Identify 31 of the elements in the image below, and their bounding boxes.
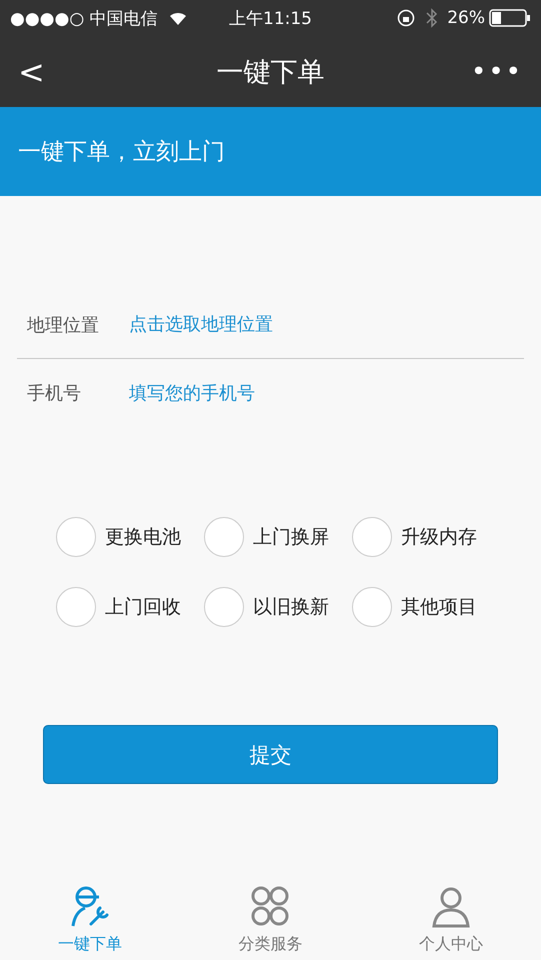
field-label: 地理位置 — [27, 314, 100, 336]
submit-button[interactable]: 提交 — [43, 725, 498, 784]
option-label: 更换电池 — [105, 525, 181, 550]
tab[interactable]: 一键下单 — [0, 878, 180, 960]
option-label: 上门换屏 — [253, 525, 329, 550]
input-field[interactable]: 填写您的手机号 — [127, 382, 524, 404]
bluetooth-icon — [425, 8, 440, 28]
tab[interactable]: 个人中心 — [360, 878, 541, 960]
radio-button[interactable] — [56, 517, 96, 557]
radio-button[interactable] — [56, 587, 96, 627]
option-label: 以旧换新 — [253, 595, 329, 620]
more-button[interactable]: ••• — [470, 56, 523, 86]
battery-icon — [489, 9, 531, 27]
wifi-icon — [168, 10, 188, 26]
battery-percent: 26% — [447, 8, 485, 28]
radio-button[interactable] — [352, 517, 392, 557]
page-title: 一键下单 — [216, 56, 324, 90]
radio-button[interactable] — [204, 517, 244, 557]
back-button[interactable]: < — [18, 52, 45, 90]
option-label: 上门回收 — [105, 595, 181, 620]
banner-text: 一键下单，立刻上门 — [18, 138, 225, 167]
carrier: ●●●●○ 中国电信 — [10, 8, 158, 30]
radio-button[interactable] — [204, 587, 244, 627]
option-label: 其他项目 — [401, 595, 477, 620]
input-field[interactable]: 点击选取地理位置 — [127, 313, 524, 336]
clock: 上午11:15 — [229, 8, 312, 30]
rotation-lock-icon — [397, 9, 416, 27]
field-label: 手机号 — [27, 382, 82, 405]
tab[interactable]: 分类服务 — [180, 878, 361, 960]
radio-button[interactable] — [352, 587, 392, 627]
option-label: 升级内存 — [401, 525, 477, 550]
